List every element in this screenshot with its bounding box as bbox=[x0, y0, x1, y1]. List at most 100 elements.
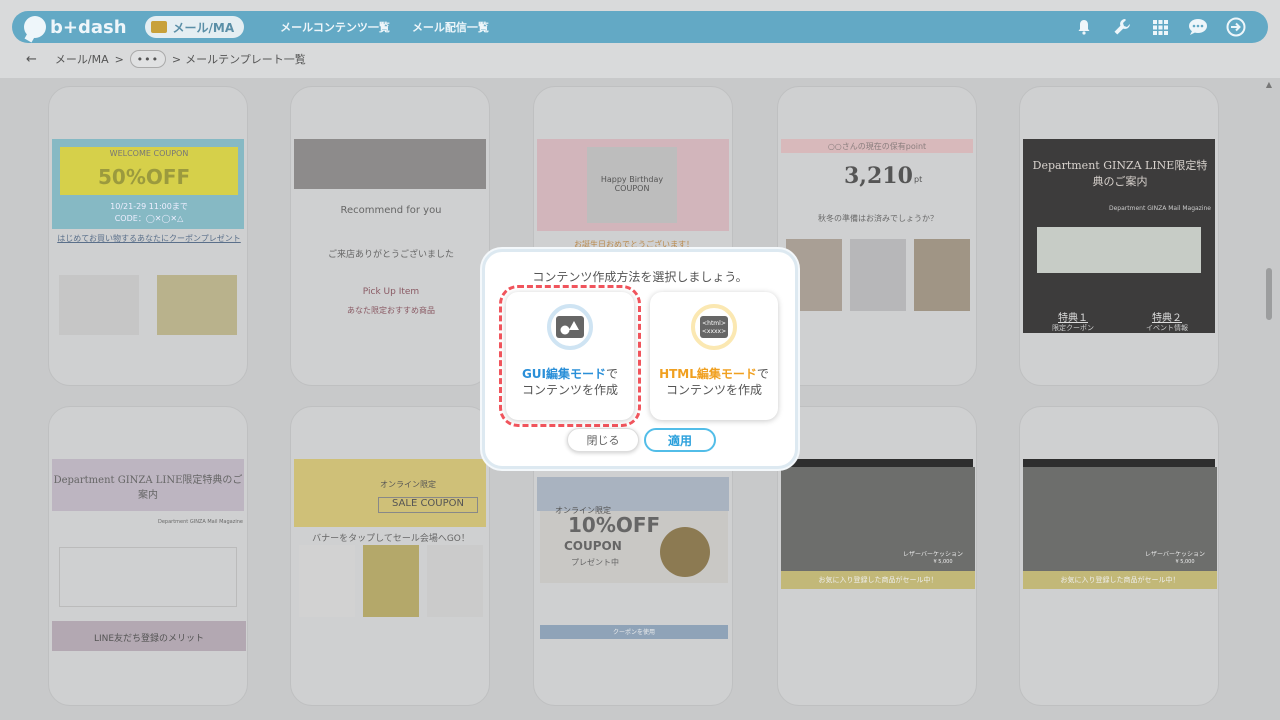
template-preview: ○○さんの現在の保有point bbox=[781, 139, 973, 153]
gui-mode-line2: コンテンツを作成 bbox=[521, 383, 618, 397]
logout-icon[interactable] bbox=[1226, 17, 1246, 37]
breadcrumb-separator: > bbox=[171, 52, 182, 66]
template-card[interactable]: ○○さんの現在の保有point 3,210 pt 秋冬の準備はお済みでしょうか？ bbox=[777, 86, 977, 386]
template-preview: オンライン限定 SALE COUPON bbox=[294, 459, 486, 527]
breadcrumb-current: メールテンプレート一覧 bbox=[185, 53, 306, 66]
app-header: b+dash メール/MA メールコンテンツ一覧 メール配信一覧 ← メール/M… bbox=[0, 0, 1280, 78]
template-preview: WELCOME COUPON 50%OFF 10/21-29 11:00まで C… bbox=[52, 139, 244, 229]
product-image bbox=[363, 545, 419, 617]
template-subtitle: Department GINZA Mail Magazine bbox=[158, 519, 243, 525]
template-headline: 10%OFF bbox=[568, 513, 661, 537]
template-title: レザーバーケッション bbox=[1145, 551, 1205, 558]
nav-link-mail-contents[interactable]: メールコンテンツ一覧 bbox=[280, 19, 390, 35]
template-code: CODE：◯✕◯✕△ bbox=[114, 214, 184, 223]
template-headline: SALE COUPON bbox=[378, 497, 478, 513]
template-card[interactable]: Department GINZA LINE限定特典のご案内 Department… bbox=[48, 406, 248, 706]
template-preview bbox=[294, 139, 486, 189]
image-shapes-icon bbox=[547, 304, 593, 350]
template-title: WELCOME COUPON bbox=[109, 149, 189, 158]
template-caption: LINE友だち登録のメリット bbox=[93, 634, 205, 644]
template-title: レザーバーケッション bbox=[903, 551, 963, 558]
scrollbar-thumb[interactable] bbox=[1266, 268, 1272, 320]
bell-icon[interactable] bbox=[1074, 17, 1094, 37]
dialog-title: コンテンツ作成方法を選択しましょう。 bbox=[532, 270, 748, 284]
html-mode-option[interactable]: <html> <xxxx> HTML編集モードで コンテンツを作成 bbox=[650, 292, 778, 420]
bear-illustration bbox=[660, 527, 710, 577]
breadcrumb-item-mail-ma[interactable]: メール/MA bbox=[55, 51, 109, 67]
breadcrumb: ← メール/MA > ••• > メールテンプレート一覧 bbox=[26, 50, 306, 68]
benefit-button-2-sub: イベント情報 bbox=[1146, 324, 1188, 332]
template-title: Department GINZA LINE限定特典のご案内 bbox=[53, 475, 243, 501]
gui-mode-highlight: GUI編集モード bbox=[521, 367, 607, 381]
template-caption: お気に入り登録した商品がセール中！ bbox=[1060, 576, 1180, 584]
template-card[interactable]: WELCOME COUPON 50%OFF 10/21-29 11:00まで C… bbox=[48, 86, 248, 386]
template-caption: はじめてお買い物するあなたにクーポンプレゼント bbox=[57, 234, 241, 243]
template-price: ¥ 5,000 bbox=[1175, 559, 1195, 565]
html-option-label: HTML編集モードで コンテンツを作成 bbox=[659, 366, 769, 398]
template-title: ○○さんの現在の保有point bbox=[827, 142, 927, 151]
html-mode-line2: コンテンツを作成 bbox=[665, 383, 762, 397]
folder-icon bbox=[150, 21, 167, 33]
template-preview: Department GINZA LINE限定特典のご案内 Department… bbox=[1023, 139, 1215, 333]
benefit-button-1-sub: 限定クーポン bbox=[1052, 324, 1094, 332]
svg-text:<xxxx>: <xxxx> bbox=[702, 328, 726, 335]
logo-text: b+dash bbox=[50, 16, 127, 38]
nav-item-mail-ma[interactable]: メール/MA bbox=[144, 16, 245, 38]
gui-mode-suffix: で bbox=[606, 367, 619, 381]
coupon-box bbox=[1037, 227, 1201, 273]
html-mode-suffix: で bbox=[756, 367, 769, 381]
template-title: オンライン限定 bbox=[380, 480, 436, 489]
back-arrow-icon[interactable]: ← bbox=[26, 52, 37, 67]
breadcrumb-more-button[interactable]: ••• bbox=[129, 50, 166, 68]
gui-mode-option[interactable]: GUI編集モードで コンテンツを作成 bbox=[499, 285, 641, 427]
product-image bbox=[299, 545, 355, 617]
chat-icon[interactable] bbox=[1188, 17, 1208, 37]
template-caption: バナーをタップしてセール会場へGO！ bbox=[312, 534, 470, 544]
html-mode-highlight: HTML編集モード bbox=[659, 367, 757, 381]
template-subtitle-2: プレゼント中 bbox=[571, 558, 619, 567]
gui-option-label: GUI編集モードで コンテンツを作成 bbox=[522, 366, 618, 398]
global-nav: b+dash メール/MA メールコンテンツ一覧 メール配信一覧 bbox=[12, 11, 1268, 43]
scroll-up-arrow-icon[interactable]: ▲ bbox=[1266, 80, 1272, 89]
template-subtitle: Pick Up Item bbox=[362, 287, 420, 297]
template-card[interactable]: Department GINZA LINE限定特典のご案内 Department… bbox=[1019, 86, 1219, 386]
template-caption: お気に入り登録した商品がセール中！ bbox=[818, 576, 938, 584]
coupon-box bbox=[59, 547, 237, 607]
template-unit: pt bbox=[914, 175, 923, 184]
template-title: Department GINZA LINE限定特典のご案内 bbox=[1032, 159, 1208, 188]
template-preview-header bbox=[1023, 459, 1215, 467]
apply-button[interactable]: 適用 bbox=[644, 428, 716, 452]
benefit-button-2: 特典２ bbox=[1152, 313, 1182, 324]
template-card[interactable]: レザーバーケッション ¥ 5,000 お気に入り登録した商品がセール中！ bbox=[777, 406, 977, 706]
template-preview-header bbox=[781, 459, 973, 467]
template-subtitle: COUPON bbox=[564, 539, 622, 553]
html-code-icon: <html> <xxxx> bbox=[691, 304, 737, 350]
template-title: Happy Birthday COUPON bbox=[600, 175, 664, 193]
template-caption: 秋冬の準備はお済みでしょうか？ bbox=[818, 214, 938, 223]
template-card[interactable]: Recommend for you ご来店ありがとうございました Pick Up… bbox=[290, 86, 490, 386]
product-image bbox=[914, 239, 970, 311]
nav-item-label: メール/MA bbox=[172, 20, 235, 35]
template-headline: 50%OFF bbox=[98, 165, 191, 189]
product-image bbox=[157, 275, 237, 335]
product-image bbox=[427, 545, 483, 617]
product-image bbox=[850, 239, 906, 311]
close-button[interactable]: 閉じる bbox=[567, 428, 639, 452]
template-card[interactable]: オンライン限定 SALE COUPON バナーをタップしてセール会場へGO！ bbox=[290, 406, 490, 706]
template-subtitle-2: あなた限定おすすめ商品 bbox=[347, 306, 435, 315]
template-price: ¥ 5,000 bbox=[933, 559, 953, 565]
template-preview: Department GINZA LINE限定特典のご案内 bbox=[52, 459, 244, 511]
logo[interactable]: b+dash bbox=[24, 16, 127, 38]
product-image bbox=[59, 275, 139, 335]
template-headline: 3,210 bbox=[844, 163, 913, 189]
apps-grid-icon[interactable] bbox=[1150, 17, 1170, 37]
template-title: Recommend for you bbox=[340, 205, 442, 216]
template-preview: Happy Birthday COUPON bbox=[537, 139, 729, 231]
wrench-icon[interactable] bbox=[1112, 17, 1132, 37]
template-subtitle: Department GINZA Mail Magazine bbox=[1109, 205, 1211, 212]
nav-link-mail-delivery[interactable]: メール配信一覧 bbox=[412, 19, 489, 35]
benefit-button-1: 特典１ bbox=[1058, 313, 1088, 324]
logo-icon bbox=[24, 16, 46, 38]
template-card[interactable]: レザーバーケッション ¥ 5,000 お気に入り登録した商品がセール中！ bbox=[1019, 406, 1219, 706]
svg-text:<html>: <html> bbox=[702, 320, 726, 327]
